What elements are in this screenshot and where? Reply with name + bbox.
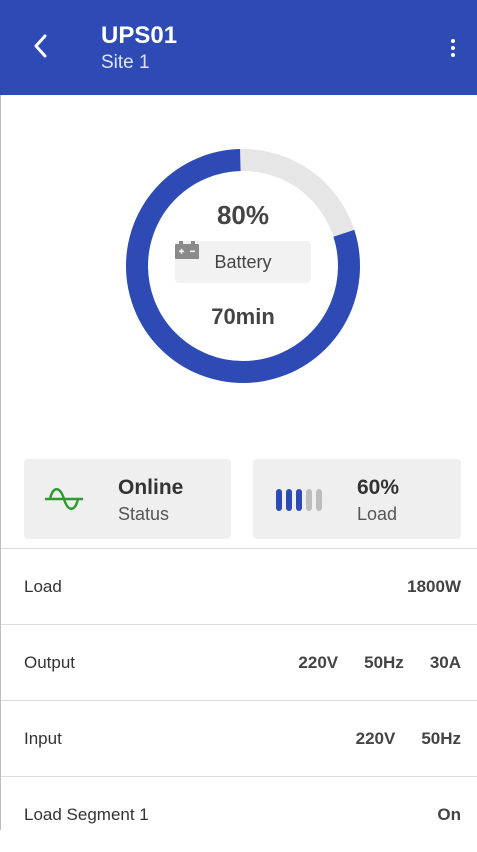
- metric-value: 50Hz: [421, 729, 461, 748]
- metric-value: 220V: [298, 653, 339, 672]
- load-card[interactable]: 60% Load: [253, 459, 461, 539]
- back-button[interactable]: [26, 28, 54, 64]
- sine-wave-icon: [45, 488, 83, 510]
- battery-chip: Battery: [175, 241, 311, 283]
- metric-values: 1800W: [407, 577, 461, 597]
- metric-row-input[interactable]: Input 220V 50Hz: [1, 700, 477, 776]
- app-bar-titles: UPS01 Site 1: [101, 22, 177, 75]
- battery-runtime: 70min: [211, 304, 275, 329]
- status-label: Status: [118, 504, 170, 524]
- metrics-list: Load 1800W Output 220V 50Hz 30A Input 22…: [1, 548, 477, 852]
- metric-name: Load: [24, 577, 62, 596]
- status-card[interactable]: Online Status: [24, 459, 231, 539]
- app-bar: UPS01 Site 1: [0, 0, 477, 95]
- metric-value: 220V: [355, 729, 396, 748]
- metric-row-output[interactable]: Output 220V 50Hz 30A: [1, 624, 477, 700]
- metric-row-load-segment-1[interactable]: Load Segment 1 On: [1, 776, 477, 852]
- page-subtitle: Site 1: [101, 52, 150, 73]
- metric-name: Output: [24, 653, 76, 672]
- battery-percent: 80%: [216, 200, 270, 230]
- page-title: UPS01: [101, 22, 178, 49]
- chevron-left-icon: [34, 34, 47, 58]
- battery-label: Battery: [214, 251, 272, 272]
- metric-value: 50Hz: [364, 653, 404, 672]
- metric-value: 30A: [429, 653, 461, 672]
- metric-value: On: [437, 805, 461, 824]
- more-vertical-icon: [451, 39, 455, 43]
- battery-icon: [175, 241, 199, 259]
- metric-values: 220V 50Hz: [356, 729, 461, 749]
- load-label: Load: [357, 504, 398, 524]
- load-value: 60%: [357, 476, 400, 499]
- overflow-menu-button[interactable]: [441, 30, 465, 66]
- metric-row-load[interactable]: Load 1800W: [1, 548, 477, 624]
- metric-value: 1800W: [407, 577, 461, 596]
- metric-name: Load Segment 1: [24, 805, 149, 824]
- load-bars-icon: [276, 489, 322, 511]
- metric-name: Input: [24, 729, 62, 748]
- status-value: Online: [118, 476, 184, 499]
- metric-values: 220V 50Hz 30A: [298, 653, 461, 673]
- metric-values: On: [437, 805, 461, 825]
- battery-gauge: 80% Battery 70min: [120, 143, 366, 389]
